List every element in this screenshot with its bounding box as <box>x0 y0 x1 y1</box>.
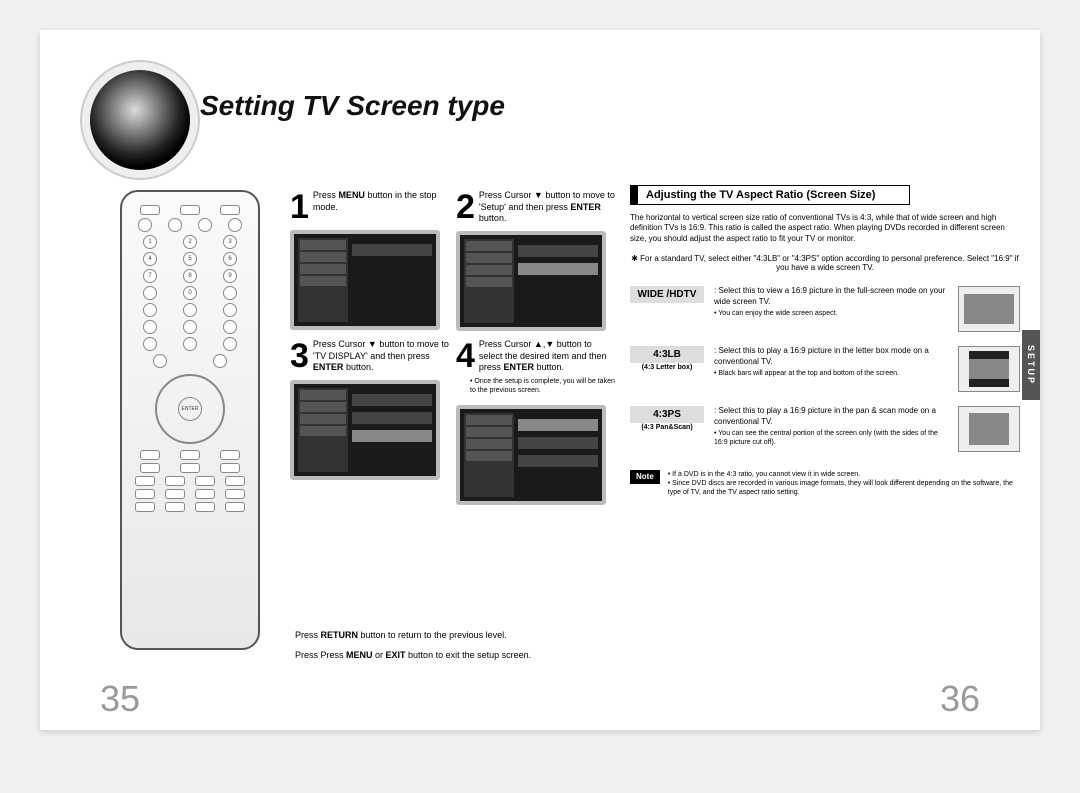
option-sub: • You can see the central portion of the… <box>714 429 948 447</box>
step-text: Press MENU button in the stop mode. <box>313 190 450 213</box>
option-sub: • Black bars will appear at the top and … <box>714 369 948 378</box>
option-sub: • You can enjoy the wide screen aspect. <box>714 309 948 318</box>
osd-screenshot <box>456 405 606 505</box>
step-number: 3 <box>290 339 309 373</box>
note-tag: Note <box>630 470 660 484</box>
manual-page-spread: Setting TV Screen type 123 456 789 0 ENT… <box>40 30 1040 730</box>
footer-exit: Press Press MENU or EXIT button to exit … <box>295 650 531 660</box>
step-3: 3 Press Cursor ▼ button to move to 'TV D… <box>290 339 450 505</box>
option-43lb: 4:3LB (4:3 Letter box) : Select this to … <box>630 346 1020 392</box>
steps-column: 1 Press MENU button in the stop mode. 2 … <box>290 190 620 513</box>
osd-screenshot <box>290 380 440 480</box>
step-number: 2 <box>456 190 475 224</box>
enter-button: ENTER <box>178 397 202 421</box>
note-block: Note • If a DVD is in the 4:3 ratio, you… <box>630 470 1020 497</box>
remote-nav-pad: ENTER <box>155 374 225 444</box>
star-note: ✱ For a standard TV, select either "4:3L… <box>630 254 1020 272</box>
speaker-icon <box>90 70 190 170</box>
option-desc: : Select this to play a 16:9 picture in … <box>714 406 948 427</box>
step-text: Press Cursor ▼ button to move to 'Setup'… <box>479 190 616 225</box>
step-number: 4 <box>456 339 475 373</box>
page-number-right: 36 <box>940 678 980 720</box>
option-desc: : Select this to play a 16:9 picture in … <box>714 346 948 367</box>
fine-print: • Once the setup is complete, you will b… <box>470 378 616 395</box>
option-wide: WIDE /HDTV : Select this to view a 16:9 … <box>630 286 1020 332</box>
remote-illustration: 123 456 789 0 ENTER <box>120 190 260 650</box>
section-heading: Adjusting the TV Aspect Ratio (Screen Si… <box>630 185 910 205</box>
osd-screenshot <box>456 231 606 331</box>
footer-notes: Press RETURN button to return to the pre… <box>295 620 531 670</box>
note-text: • If a DVD is in the 4:3 ratio, you cann… <box>668 470 1020 497</box>
step-1: 1 Press MENU button in the stop mode. <box>290 190 450 331</box>
option-desc: : Select this to view a 16:9 picture in … <box>714 286 948 307</box>
right-column: Adjusting the TV Aspect Ratio (Screen Si… <box>630 185 1020 497</box>
intro-text: The horizontal to vertical screen size r… <box>630 213 1020 244</box>
step-2: 2 Press Cursor ▼ button to move to 'Setu… <box>456 190 616 331</box>
tv-thumb-wide-icon <box>958 286 1020 332</box>
option-label: 4:3LB <box>630 346 704 363</box>
step-number: 1 <box>290 190 309 224</box>
page-title: Setting TV Screen type <box>200 90 505 122</box>
tv-thumb-panscan-icon <box>958 406 1020 452</box>
option-43ps: 4:3PS (4:3 Pan&Scan) : Select this to pl… <box>630 406 1020 452</box>
osd-screenshot <box>290 230 440 330</box>
step-text: Press Cursor ▲,▼ button to select the de… <box>479 339 616 374</box>
footer-return: Press RETURN button to return to the pre… <box>295 630 531 640</box>
option-label: 4:3PS <box>630 406 704 423</box>
step-text: Press Cursor ▼ button to move to 'TV DIS… <box>313 339 450 374</box>
page-number-left: 35 <box>100 678 140 720</box>
side-tab-setup: SETUP <box>1022 330 1040 400</box>
tv-thumb-letterbox-icon <box>958 346 1020 392</box>
option-label: WIDE /HDTV <box>630 286 704 303</box>
step-4: 4 Press Cursor ▲,▼ button to select the … <box>456 339 616 505</box>
